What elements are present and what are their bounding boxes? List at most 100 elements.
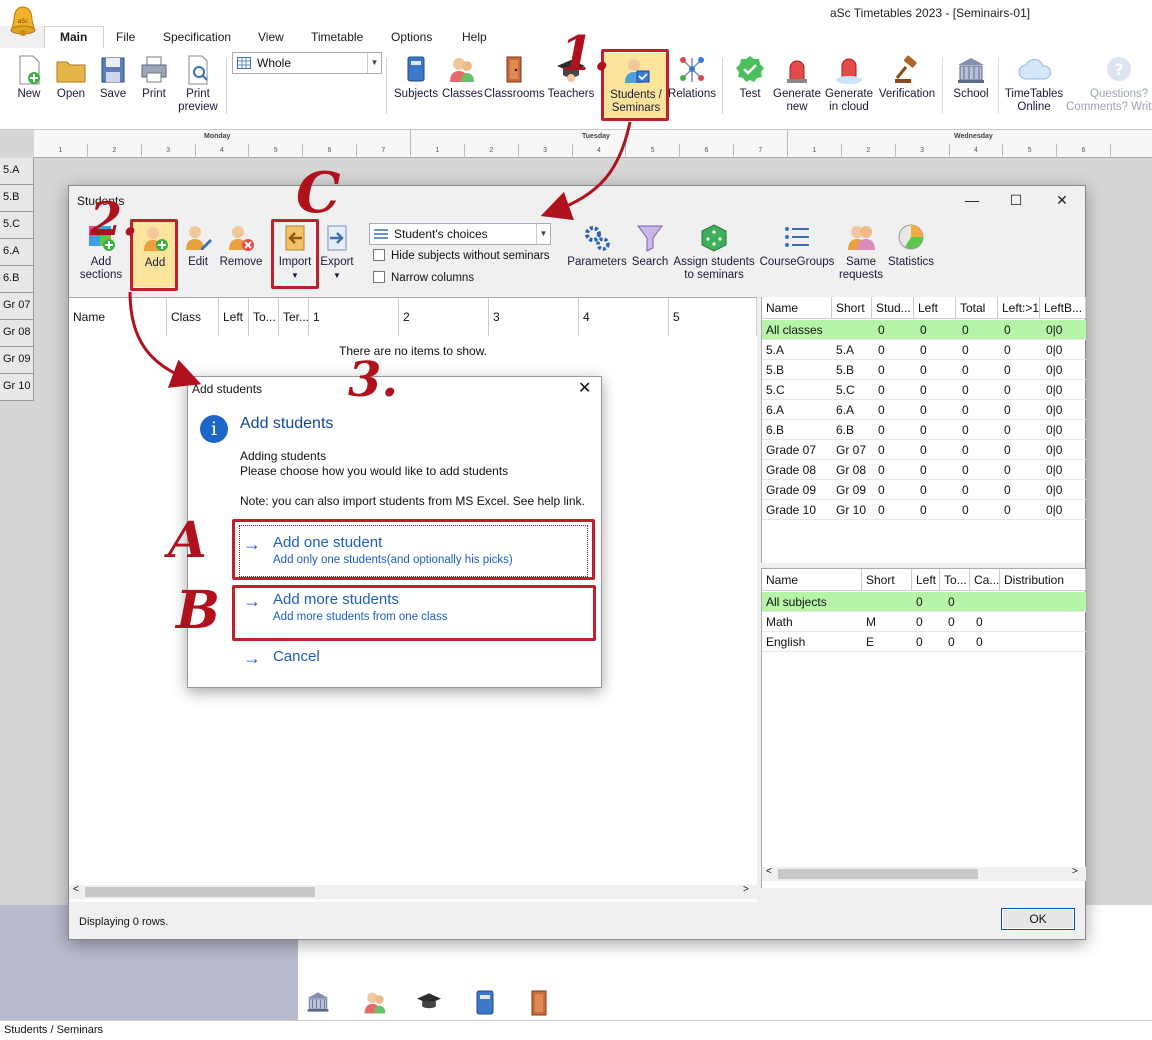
class-row-label[interactable]: Gr 10 xyxy=(0,374,34,401)
generate-in-cloud-button[interactable]: Generate in cloud xyxy=(824,54,874,114)
column-header[interactable]: Left:>1 xyxy=(998,297,1040,319)
class-row-label[interactable]: 5.A xyxy=(0,158,34,185)
column-header[interactable]: Total xyxy=(956,297,998,319)
checkbox-box[interactable] xyxy=(373,271,385,283)
menu-view[interactable]: View xyxy=(258,30,284,44)
table-row[interactable]: All classes 0 0 0 0 0|0 xyxy=(762,320,1086,340)
table-row[interactable]: Grade 09 Gr 09 0 0 0 0 0|0 xyxy=(762,480,1086,500)
chevron-right-icon[interactable]: > xyxy=(1072,866,1078,877)
column-header[interactable]: Stud... xyxy=(872,297,914,319)
table-row[interactable]: 5.C 5.C 0 0 0 0 0|0 xyxy=(762,380,1086,400)
school-building-icon[interactable] xyxy=(305,990,331,1017)
checkbox-box[interactable] xyxy=(373,249,385,261)
menu-file[interactable]: File xyxy=(116,30,135,44)
search-button[interactable]: Search xyxy=(631,222,669,269)
cancel-option[interactable]: → Cancel xyxy=(243,648,363,672)
classes-button[interactable]: Classes xyxy=(442,54,483,101)
column-header[interactable]: Ca... xyxy=(970,569,1000,591)
verification-button[interactable]: Verification xyxy=(876,54,938,101)
class-row-label[interactable]: Gr 09 xyxy=(0,347,34,374)
column-header-1[interactable]: 1 xyxy=(309,298,399,336)
close-icon[interactable]: ✕ xyxy=(1047,192,1077,209)
class-row-label[interactable]: 5.B xyxy=(0,185,34,212)
book-icon[interactable] xyxy=(474,990,496,1019)
scrollbar-thumb[interactable] xyxy=(85,887,315,897)
table-row[interactable]: Grade 10 Gr 10 0 0 0 0 0|0 xyxy=(762,500,1086,520)
column-header-class[interactable]: Class xyxy=(167,298,219,336)
column-header-total[interactable]: To... xyxy=(249,298,279,336)
print-button[interactable]: Print xyxy=(138,54,170,101)
column-header-2[interactable]: 2 xyxy=(399,298,489,336)
table-row[interactable]: 6.B 6.B 0 0 0 0 0|0 xyxy=(762,420,1086,440)
minimize-icon[interactable]: — xyxy=(957,192,987,208)
horizontal-scrollbar[interactable]: < > xyxy=(69,884,757,899)
door-icon[interactable] xyxy=(528,990,550,1019)
parameters-button[interactable]: Parameters xyxy=(567,222,627,269)
column-header[interactable]: Short xyxy=(862,569,912,591)
column-header[interactable]: Name xyxy=(762,569,862,591)
scrollbar-thumb[interactable] xyxy=(778,869,978,879)
class-group-icon[interactable] xyxy=(362,990,388,1019)
table-row[interactable]: 5.A 5.A 0 0 0 0 0|0 xyxy=(762,340,1086,360)
table-row[interactable]: Grade 07 Gr 07 0 0 0 0 0|0 xyxy=(762,440,1086,460)
coursegroups-button[interactable]: CourseGroups xyxy=(759,222,835,269)
open-button[interactable]: Open xyxy=(54,54,88,101)
column-header[interactable]: To... xyxy=(940,569,970,591)
relations-button[interactable]: Relations xyxy=(668,54,716,101)
menu-timetable[interactable]: Timetable xyxy=(311,30,363,44)
column-header[interactable]: LeftB... xyxy=(1040,297,1086,319)
narrow-columns-checkbox[interactable]: Narrow columns xyxy=(373,271,474,284)
new-button[interactable]: New xyxy=(14,54,44,101)
app-logo-icon[interactable]: aSc xyxy=(8,4,38,38)
menu-main[interactable]: Main xyxy=(60,30,87,44)
hide-subjects-checkbox[interactable]: Hide subjects without seminars xyxy=(373,249,550,262)
menu-help[interactable]: Help xyxy=(462,30,487,44)
column-header-5[interactable]: 5 xyxy=(669,298,757,336)
column-header-name[interactable]: Name xyxy=(69,298,167,336)
class-row-label[interactable]: 6.A xyxy=(0,239,34,266)
maximize-icon[interactable]: ☐ xyxy=(1001,192,1031,209)
class-row-label[interactable]: 6.B xyxy=(0,266,34,293)
view-scope-dropdown[interactable]: Whole ▼ xyxy=(232,52,382,74)
column-header-3[interactable]: 3 xyxy=(489,298,579,336)
table-row[interactable]: 5.B 5.B 0 0 0 0 0|0 xyxy=(762,360,1086,380)
class-row-label[interactable]: Gr 08 xyxy=(0,320,34,347)
chevron-left-icon[interactable]: < xyxy=(73,884,79,895)
print-preview-button[interactable]: Print preview xyxy=(176,54,220,114)
graduation-cap-icon[interactable] xyxy=(416,990,442,1017)
export-button[interactable]: Export ▼ xyxy=(317,222,357,282)
statistics-button[interactable]: Statistics xyxy=(885,222,937,269)
column-header[interactable]: Short xyxy=(832,297,872,319)
questions-comments-button[interactable]: ? Questions? Comments? Writ xyxy=(1066,54,1152,114)
column-header-term[interactable]: Ter... xyxy=(279,298,309,336)
classrooms-button[interactable]: Classrooms xyxy=(484,54,545,101)
table-row[interactable]: 6.A 6.A 0 0 0 0 0|0 xyxy=(762,400,1086,420)
close-icon[interactable]: ✕ xyxy=(578,378,591,398)
column-header-4[interactable]: 4 xyxy=(579,298,669,336)
subjects-button[interactable]: Subjects xyxy=(394,54,438,101)
students-choices-dropdown[interactable]: Student's choices ▼ xyxy=(369,223,551,245)
assign-students-button[interactable]: Assign students to seminars xyxy=(671,222,757,282)
menu-specification[interactable]: Specification xyxy=(163,30,231,44)
table-row[interactable]: English E 0 0 0 xyxy=(762,632,1086,652)
edit-student-button[interactable]: Edit xyxy=(181,222,215,269)
class-row-label[interactable]: 5.C xyxy=(0,212,34,239)
test-button[interactable]: Test xyxy=(734,54,766,101)
class-row-label[interactable]: Gr 07 xyxy=(0,293,34,320)
save-button[interactable]: Save xyxy=(98,54,128,101)
same-requests-button[interactable]: Same requests xyxy=(837,222,885,282)
remove-student-button[interactable]: Remove xyxy=(219,222,263,269)
table-row[interactable]: Math M 0 0 0 xyxy=(762,612,1086,632)
chevron-left-icon[interactable]: < xyxy=(766,866,772,877)
generate-new-button[interactable]: Generate new xyxy=(772,54,822,114)
table-row[interactable]: All subjects 0 0 xyxy=(762,592,1086,612)
column-header[interactable]: Left xyxy=(912,569,940,591)
school-button[interactable]: School xyxy=(950,54,992,101)
column-header[interactable]: Distribution xyxy=(1000,569,1086,591)
chevron-right-icon[interactable]: > xyxy=(743,884,749,895)
column-header[interactable]: Name xyxy=(762,297,832,319)
column-header[interactable]: Left xyxy=(914,297,956,319)
ok-button[interactable]: OK xyxy=(1001,908,1075,930)
horizontal-scrollbar[interactable]: < > xyxy=(762,866,1086,881)
timetables-online-button[interactable]: TimeTables Online xyxy=(1002,54,1066,114)
